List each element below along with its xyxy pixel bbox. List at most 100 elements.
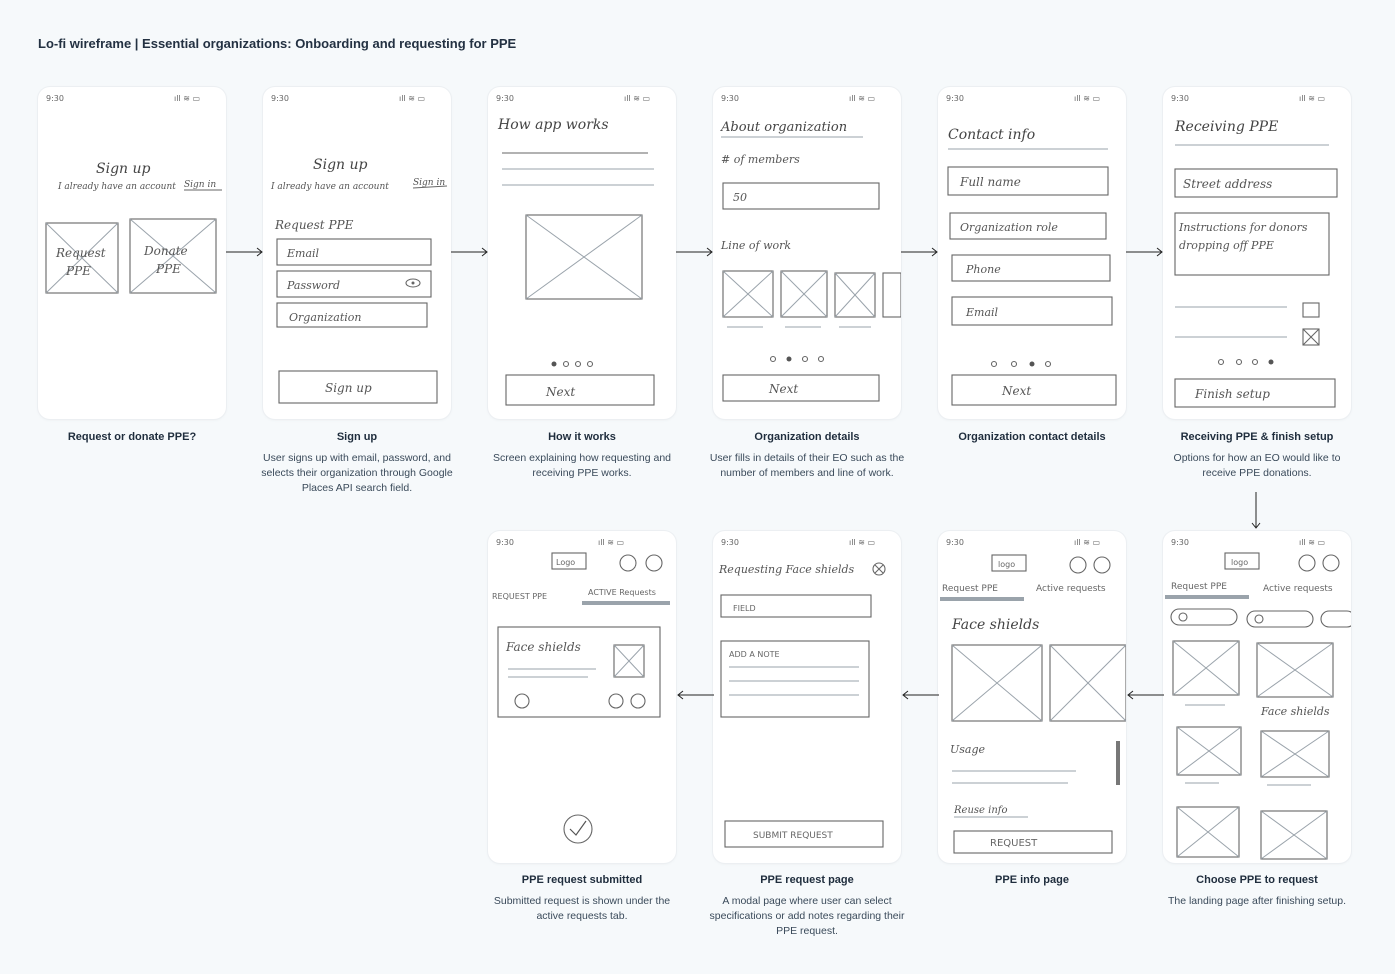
sketch-heading: How app works: [497, 117, 609, 133]
arrow-right-icon: [451, 247, 488, 257]
svg-text:ıll ≋ ▭: ıll ≋ ▭: [1074, 94, 1100, 103]
caption-sign-up: Sign up User signs up with email, passwo…: [257, 431, 457, 496]
sketch-card-title: Face shields: [505, 640, 581, 654]
status-time: 9:30: [946, 538, 964, 547]
sketch-section-usage: Usage: [950, 743, 986, 756]
screen-title: PPE request page: [760, 874, 854, 886]
svg-text:ıll ≋ ▭: ıll ≋ ▭: [849, 94, 875, 103]
sketch-field-password: Password: [286, 279, 340, 292]
screen-title: Request or donate PPE?: [67, 431, 197, 443]
status-time: 9:30: [496, 94, 514, 103]
caption-choose-ppe: Choose PPE to request The landing page a…: [1157, 874, 1357, 909]
sketch-field: FIELD: [733, 604, 756, 613]
caption-receiving-ppe: Receiving PPE & finish setup Options for…: [1157, 431, 1357, 481]
screen-description: Screen explaining how requesting and rec…: [492, 452, 672, 479]
screen-title: Organization contact details: [958, 431, 1106, 443]
status-time: 9:30: [946, 94, 964, 103]
sketch-section-reuse: Reuse info: [953, 805, 1007, 816]
svg-text:ıll ≋ ▭: ıll ≋ ▭: [598, 538, 624, 547]
sketch-tab-1: Request PPE: [1171, 582, 1227, 592]
sketch-heading: Contact info: [948, 127, 1035, 143]
arrow-left-icon: [677, 690, 714, 700]
arrow-right-icon: [901, 247, 938, 257]
screen-description: User fills in details of their EO such a…: [709, 452, 905, 479]
sketch-field-full-name: Full name: [959, 175, 1021, 189]
sketch-button: SUBMIT REQUEST: [753, 831, 833, 841]
status-time: 9:30: [496, 538, 514, 547]
sketch-tab-1: Request PPE: [942, 584, 998, 594]
arrow-left-icon: [902, 690, 939, 700]
status-time: 9:30: [1171, 538, 1189, 547]
sketch-logo: logo: [998, 560, 1015, 569]
svg-text:ıll ≋ ▭: ıll ≋ ▭: [399, 94, 425, 103]
sketch-field-address: Street address: [1183, 177, 1272, 191]
screen-card-receiving-ppe[interactable]: 9:30 ıll ≋ ▭ Receiving PPE Street addres…: [1163, 87, 1351, 419]
caption-contact-details: Organization contact details: [932, 431, 1132, 451]
svg-text:ıll ≋ ▭: ıll ≋ ▭: [624, 94, 650, 103]
sketch-subheading: I already have an account: [57, 182, 176, 192]
arrow-right-icon: [226, 247, 263, 257]
svg-text:ıll ≋ ▭: ıll ≋ ▭: [1074, 538, 1100, 547]
screen-card-request-page[interactable]: 9:30 ıll ≋ ▭ Requesting Face shields FIE…: [713, 531, 901, 863]
sketch-logo: Logo: [556, 558, 575, 567]
screen-card-organization-details[interactable]: 9:30 ıll ≋ ▭ About organization # of mem…: [713, 87, 901, 419]
screen-card-request-or-donate[interactable]: 9:30 ıll ≋ ▭ Sign up I already have an a…: [38, 87, 226, 419]
sketch-button: Finish setup: [1194, 387, 1270, 401]
screen-title: Organization details: [754, 431, 860, 443]
sketch-heading: About organization: [720, 120, 847, 135]
screen-title: Sign up: [336, 431, 378, 443]
sketch-heading: Sign up: [313, 157, 368, 173]
sketch-tab-2: Active requests: [1036, 584, 1106, 594]
arrow-right-icon: [1126, 247, 1163, 257]
caption-request-submitted: PPE request submitted Submitted request …: [482, 874, 682, 924]
screen-card-sign-up[interactable]: 9:30 ıll ≋ ▭ Sign up I already have an a…: [263, 87, 451, 419]
sketch-button: REQUEST: [990, 838, 1038, 849]
status-time: 9:30: [271, 94, 289, 103]
sketch-tab-2: ACTIVE Requests: [588, 588, 656, 597]
sketch-heading: Requesting Face shields: [718, 563, 855, 576]
status-time: 9:30: [721, 94, 739, 103]
sketch-heading: Receiving PPE: [1174, 119, 1278, 135]
svg-text:ıll ≋ ▭: ıll ≋ ▭: [1299, 538, 1325, 547]
arrow-down-icon: [1251, 492, 1261, 529]
option-request-line-1: Request: [55, 246, 106, 260]
svg-text:ıll ≋ ▭: ıll ≋ ▭: [1299, 94, 1325, 103]
screen-description: Submitted request is shown under the act…: [493, 895, 671, 922]
sketch-signin-link: Sign in: [184, 180, 216, 190]
sketch-logo: logo: [1231, 558, 1248, 567]
screen-card-contact-details[interactable]: 9:30 ıll ≋ ▭ Contact info Full name Orga…: [938, 87, 1126, 419]
sketch-label-line-of-work: Line of work: [720, 239, 791, 252]
screen-card-choose-ppe[interactable]: 9:30 ıll ≋ ▭ logo Request PPE Active req…: [1163, 531, 1351, 863]
option-donate-line-1: Donate: [143, 244, 188, 258]
sketch-tab-1: REQUEST PPE: [492, 592, 547, 601]
screen-card-request-submitted[interactable]: 9:30 ıll ≋ ▭ Logo REQUEST PPE ACTIVE Req…: [488, 531, 676, 863]
caption-request-or-donate: Request or donate PPE?: [32, 431, 232, 451]
screen-title: Choose PPE to request: [1196, 874, 1318, 886]
arrow-right-icon: [676, 247, 713, 257]
sketch-button: Sign up: [325, 381, 372, 395]
caption-ppe-info: PPE info page: [932, 874, 1132, 894]
option-request-line-2: PPE: [65, 264, 91, 278]
screen-card-ppe-info[interactable]: 9:30 ıll ≋ ▭ logo Request PPE Active req…: [938, 531, 1126, 863]
caption-organization-details: Organization details User fills in detai…: [707, 431, 907, 481]
screen-description: Options for how an EO would like to rece…: [1173, 452, 1341, 479]
option-donate-line-2: PPE: [155, 262, 181, 276]
screen-description: A modal page where user can select speci…: [709, 895, 905, 937]
arrow-left-icon: [1127, 690, 1164, 700]
page-title: Lo-fi wireframe | Essential organization…: [38, 36, 517, 51]
sketch-subheading: I already have an account: [270, 182, 389, 192]
sketch-heading: Sign up: [96, 161, 151, 177]
sketch-field-instructions-2: dropping off PPE: [1179, 239, 1274, 252]
caption-how-it-works: How it works Screen explaining how reque…: [482, 431, 682, 481]
sketch-button: Next: [768, 382, 798, 396]
status-time: 9:30: [721, 538, 739, 547]
sketch-field-email: Email: [965, 306, 999, 319]
svg-text:ıll ≋ ▭: ıll ≋ ▭: [174, 94, 200, 103]
sketch-field-email: Email: [286, 247, 320, 260]
screen-card-how-it-works[interactable]: 9:30 ıll ≋ ▭ How app works Next: [488, 87, 676, 419]
sketch-note: ADD A NOTE: [729, 650, 780, 659]
sketch-field-role: Organization role: [960, 221, 1058, 234]
svg-text:ıll ≋ ▭: ıll ≋ ▭: [849, 538, 875, 547]
screen-title: How it works: [548, 431, 616, 443]
sketch-field-phone: Phone: [965, 263, 1001, 276]
